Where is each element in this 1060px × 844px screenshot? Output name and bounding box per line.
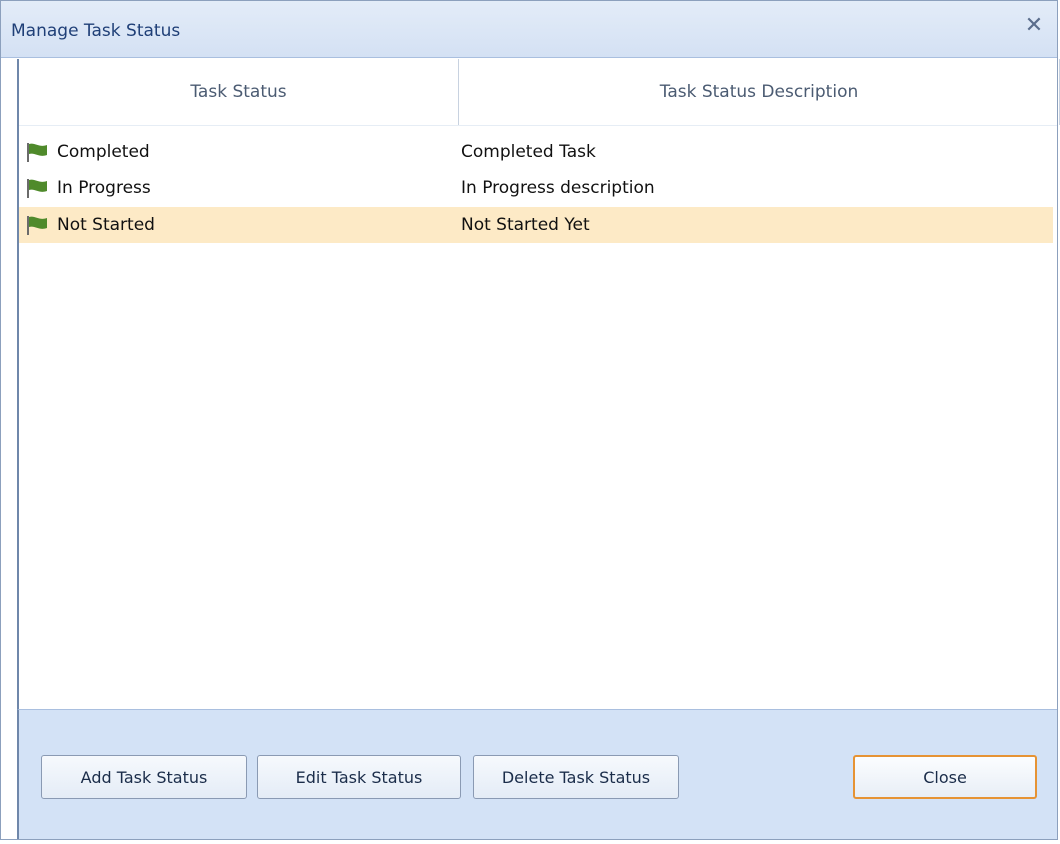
- green-flag-icon: [27, 143, 47, 162]
- edit-task-status-button[interactable]: Edit Task Status: [257, 755, 461, 799]
- close-button[interactable]: Close: [853, 755, 1037, 799]
- task-status-grid: Task Status Task Status Description Comp…: [17, 59, 1060, 709]
- description-cell: Not Started Yet: [461, 215, 590, 235]
- status-cell: Not Started: [19, 207, 449, 243]
- button-bar: Add Task Status Edit Task Status Delete …: [17, 709, 1057, 839]
- title-bar: Manage Task Status ✕: [1, 1, 1057, 58]
- green-flag-icon: [27, 179, 47, 198]
- close-icon[interactable]: ✕: [1023, 15, 1045, 37]
- manage-task-status-dialog: Manage Task Status ✕ Task Status Task St…: [0, 0, 1060, 840]
- status-name: Not Started: [57, 215, 155, 235]
- green-flag-icon: [27, 216, 47, 235]
- grid-header: Task Status Task Status Description: [19, 59, 1060, 126]
- dialog-title: Manage Task Status: [11, 21, 181, 41]
- table-row[interactable]: In Progress In Progress description: [19, 170, 1053, 206]
- column-header-task-status-description[interactable]: Task Status Description: [459, 59, 1060, 125]
- table-row-selected[interactable]: Not Started Not Started Yet: [19, 207, 1053, 243]
- status-name: In Progress: [57, 178, 151, 198]
- description-cell: In Progress description: [461, 178, 655, 198]
- description-cell: Completed Task: [461, 142, 596, 162]
- status-cell: Completed: [19, 134, 449, 170]
- column-header-task-status[interactable]: Task Status: [19, 59, 459, 125]
- status-cell: In Progress: [19, 170, 449, 206]
- status-name: Completed: [57, 142, 150, 162]
- table-row[interactable]: Completed Completed Task: [19, 134, 1053, 170]
- delete-task-status-button[interactable]: Delete Task Status: [473, 755, 679, 799]
- add-task-status-button[interactable]: Add Task Status: [41, 755, 247, 799]
